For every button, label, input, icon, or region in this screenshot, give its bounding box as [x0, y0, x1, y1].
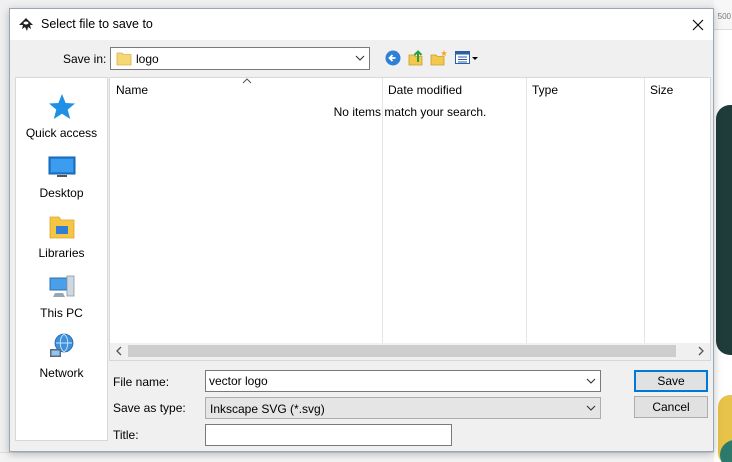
place-libraries[interactable]: Libraries [16, 208, 107, 266]
save-in-label: Save in: [63, 52, 107, 66]
save-as-type-value: Inkscape SVG (*.svg) [210, 402, 325, 416]
chevron-down-icon [586, 405, 596, 411]
scrollbar-thumb[interactable] [128, 345, 676, 357]
place-desktop[interactable]: Desktop [16, 148, 107, 206]
background-statusbar [0, 452, 714, 462]
scroll-right-icon[interactable] [696, 346, 706, 356]
title-bar[interactable]: Select file to save to [10, 9, 713, 40]
star-icon [49, 94, 75, 119]
scroll-left-icon[interactable] [114, 346, 124, 356]
column-header-size[interactable]: Size [644, 78, 710, 102]
save-button[interactable]: Save [634, 370, 708, 392]
inkscape-icon [19, 18, 33, 31]
background-artwork [716, 105, 732, 355]
place-label: Libraries [38, 246, 85, 260]
computer-icon [49, 275, 75, 297]
network-icon [50, 333, 74, 357]
title-label: Title: [113, 428, 139, 442]
save-as-type-dropdown[interactable]: Inkscape SVG (*.svg) [205, 397, 601, 419]
new-folder-icon[interactable] [430, 49, 448, 67]
close-button[interactable] [683, 9, 713, 40]
file-name-input[interactable] [209, 373, 569, 389]
file-list[interactable]: Name Date modified Type Size No items ma… [109, 77, 711, 361]
chevron-down-icon[interactable] [586, 375, 596, 387]
places-bar: Quick access Desktop Libraries This PC N… [15, 77, 108, 441]
column-header-name[interactable]: Name [110, 78, 382, 102]
empty-list-message: No items match your search. [333, 105, 487, 119]
horizontal-scrollbar[interactable] [110, 343, 710, 360]
save-as-type-label: Save as type: [113, 401, 186, 415]
close-icon [692, 19, 704, 30]
background-canvas: 500 [714, 0, 732, 462]
up-folder-icon[interactable] [407, 49, 425, 67]
folder-icon [116, 52, 132, 66]
ruler: 500 [714, 0, 732, 30]
place-label: This PC [40, 306, 83, 320]
back-icon[interactable] [384, 49, 402, 67]
place-label: Desktop [39, 186, 84, 200]
column-header-type[interactable]: Type [526, 78, 644, 102]
save-in-value: logo [136, 52, 159, 66]
column-header-date-modified[interactable]: Date modified [382, 78, 526, 102]
save-file-dialog: Select file to save to Save in: logo Qui… [9, 8, 714, 452]
title-input[interactable] [206, 425, 451, 445]
cancel-button[interactable]: Cancel [634, 396, 708, 418]
ruler-mark: 500 [717, 12, 731, 21]
view-menu-icon[interactable] [454, 49, 480, 67]
file-name-field[interactable] [205, 370, 601, 392]
dialog-title: Select file to save to [41, 17, 153, 31]
title-field[interactable] [205, 424, 452, 446]
save-in-dropdown[interactable]: logo [110, 47, 370, 70]
libraries-icon [49, 216, 75, 239]
desktop-icon [48, 156, 76, 177]
place-label: Quick access [25, 126, 98, 140]
place-quick-access[interactable]: Quick access [16, 88, 107, 146]
chevron-down-icon [355, 55, 365, 61]
place-label: Network [39, 366, 84, 380]
place-network[interactable]: Network [16, 328, 107, 386]
place-this-pc[interactable]: This PC [16, 268, 107, 326]
file-name-label: File name: [113, 375, 170, 389]
